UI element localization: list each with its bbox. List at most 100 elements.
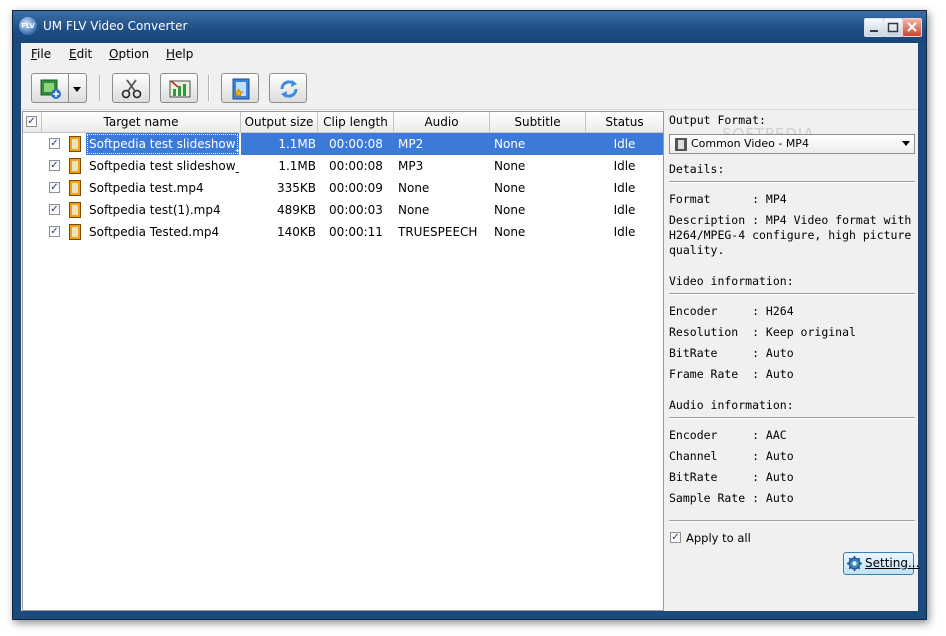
video-file-icon [69, 180, 81, 196]
description-line-3: quality. [669, 243, 725, 257]
table-row[interactable]: ✓ Softpedia test slideshow_E...1.1MB00:00… [23, 133, 663, 155]
output-format-label: Output Format: [669, 113, 766, 127]
row-checkbox[interactable]: ✓ [49, 204, 60, 215]
status-cell: Idle [613, 159, 636, 173]
header-audio[interactable]: Audio [394, 112, 490, 132]
header-status[interactable]: Status [586, 112, 663, 132]
divider [669, 181, 915, 183]
divider [669, 417, 915, 419]
status-cell: Idle [613, 203, 636, 217]
maximize-button[interactable] [883, 18, 903, 37]
video-encoder-line: Encoder : H264 [669, 304, 794, 318]
film-star-icon [232, 78, 250, 100]
menu-bar: File Edit Option Help [21, 43, 918, 65]
description-line-2: H264/MPEG-4 configure, high picture [669, 228, 912, 242]
audio-cell: MP2 [398, 133, 490, 155]
convert-icon [280, 80, 298, 98]
title-bar[interactable]: FLV UM FLV Video Converter [13, 11, 926, 43]
output-format-value: Common Video - MP4 [691, 137, 809, 150]
header-target-name[interactable]: Target name [42, 112, 241, 132]
audio-cell: TRUESPEECH [398, 225, 478, 239]
table-row[interactable]: ✓ Softpedia test(1).mp4 489KB 00:00:03 None N… [23, 199, 663, 221]
audio-encoder-line: Encoder : AAC [669, 428, 787, 442]
table-row[interactable]: ✓ Softpedia test slideshow_... 1.1MB 00:00:… [23, 155, 663, 177]
video-bitrate-line: BitRate : Auto [669, 346, 794, 360]
select-all-checkbox[interactable]: ✓ [26, 116, 37, 127]
details-label: Details: [669, 162, 725, 176]
output-settings-panel: SOFTPEDIA Output Format: Common Video - … [667, 111, 919, 609]
dropdown-arrow-icon [73, 87, 81, 92]
film-icon [675, 138, 687, 151]
audio-bitrate-line: BitRate : Auto [669, 470, 794, 484]
close-button[interactable] [902, 18, 922, 37]
output-size-cell: 140KB [276, 225, 316, 239]
header-subtitle[interactable]: Subtitle [490, 112, 586, 132]
row-checkbox[interactable]: ✓ [49, 138, 60, 149]
toolbar-separator [99, 75, 101, 101]
toolbar [21, 65, 918, 110]
subtitle-cell: None [494, 159, 526, 173]
format-line: Format : MP4 [669, 192, 787, 206]
audio-channel-line: Channel : Auto [669, 449, 794, 463]
menu-file[interactable]: File [31, 47, 51, 61]
audio-info-label: Audio information: [669, 398, 794, 412]
chart-icon [169, 80, 191, 98]
menu-edit[interactable]: Edit [69, 47, 92, 61]
output-button[interactable] [221, 73, 259, 103]
audio-cell: MP3 [398, 159, 424, 173]
table-row[interactable]: ✓ Softpedia test.mp4 335KB 00:00:09 None None… [23, 177, 663, 199]
target-name-cell: Softpedia test slideshow_... [89, 159, 239, 173]
output-format-select[interactable]: Common Video - MP4 [669, 134, 915, 154]
audio-cell: None [398, 203, 430, 217]
target-name-cell: Softpedia Tested.mp4 [89, 225, 220, 239]
video-resolution-line: Resolution : Keep original [669, 325, 856, 339]
convert-button[interactable] [269, 73, 307, 103]
apply-to-all-label: Apply to all [686, 531, 751, 545]
select-all-header: ✓ [23, 112, 42, 132]
table-row[interactable]: ✓ Softpedia Tested.mp4 140KB 00:00:11 TRUESP… [23, 221, 663, 243]
subtitle-cell: None [494, 181, 526, 195]
status-cell: Idle [613, 225, 636, 239]
effect-button[interactable] [160, 73, 198, 103]
apply-to-all-checkbox[interactable]: ✓ [670, 532, 681, 543]
row-checkbox[interactable]: ✓ [49, 160, 60, 171]
clip-length-cell: 00:00:08 [319, 133, 393, 155]
divider [669, 520, 915, 522]
header-clip-length[interactable]: Clip length [318, 112, 394, 132]
file-list[interactable]: ✓ Target name Output size Clip length Au… [22, 111, 664, 611]
output-size-cell: 1.1MB [278, 159, 316, 173]
status-cell: Idle [586, 133, 663, 155]
video-file-icon [69, 224, 81, 240]
target-name-cell: Softpedia test.mp4 [89, 181, 204, 195]
setting-button[interactable]: Setting... [843, 552, 919, 575]
audio-samplerate-line: Sample Rate : Auto [669, 491, 794, 505]
subtitle-cell: None [494, 203, 526, 217]
add-video-dropdown[interactable] [69, 73, 87, 103]
menu-option[interactable]: Option [109, 47, 149, 61]
row-checkbox[interactable]: ✓ [49, 226, 60, 237]
add-video-button[interactable] [31, 73, 69, 103]
header-output-size[interactable]: Output size [241, 112, 318, 132]
app-window: FLV UM FLV Video Converter File Edit Opt… [12, 10, 927, 620]
client-area: File Edit Option Help ✓ Target name Outp… [21, 43, 919, 611]
window-title: UM FLV Video Converter [43, 19, 188, 33]
divider [669, 293, 915, 295]
cut-button[interactable] [112, 73, 150, 103]
subtitle-cell: None [494, 225, 526, 239]
video-framerate-line: Frame Rate : Auto [669, 367, 794, 381]
audio-cell: None [398, 181, 430, 195]
video-file-icon [69, 136, 81, 152]
status-cell: Idle [613, 181, 636, 195]
video-info-label: Video information: [669, 274, 794, 288]
subtitle-cell: None [494, 133, 586, 155]
minimize-button[interactable] [864, 18, 884, 37]
video-file-icon [69, 202, 81, 218]
video-file-icon [69, 158, 81, 174]
row-checkbox[interactable]: ✓ [49, 182, 60, 193]
output-size-cell: 1.1MB [242, 133, 316, 155]
app-logo-icon: FLV [19, 17, 37, 35]
menu-help[interactable]: Help [166, 47, 193, 61]
target-name-cell: Softpedia test slideshow_E... [86, 133, 239, 155]
clip-length-cell: 00:00:11 [329, 225, 383, 239]
file-list-header: ✓ Target name Output size Clip length Au… [23, 112, 663, 133]
